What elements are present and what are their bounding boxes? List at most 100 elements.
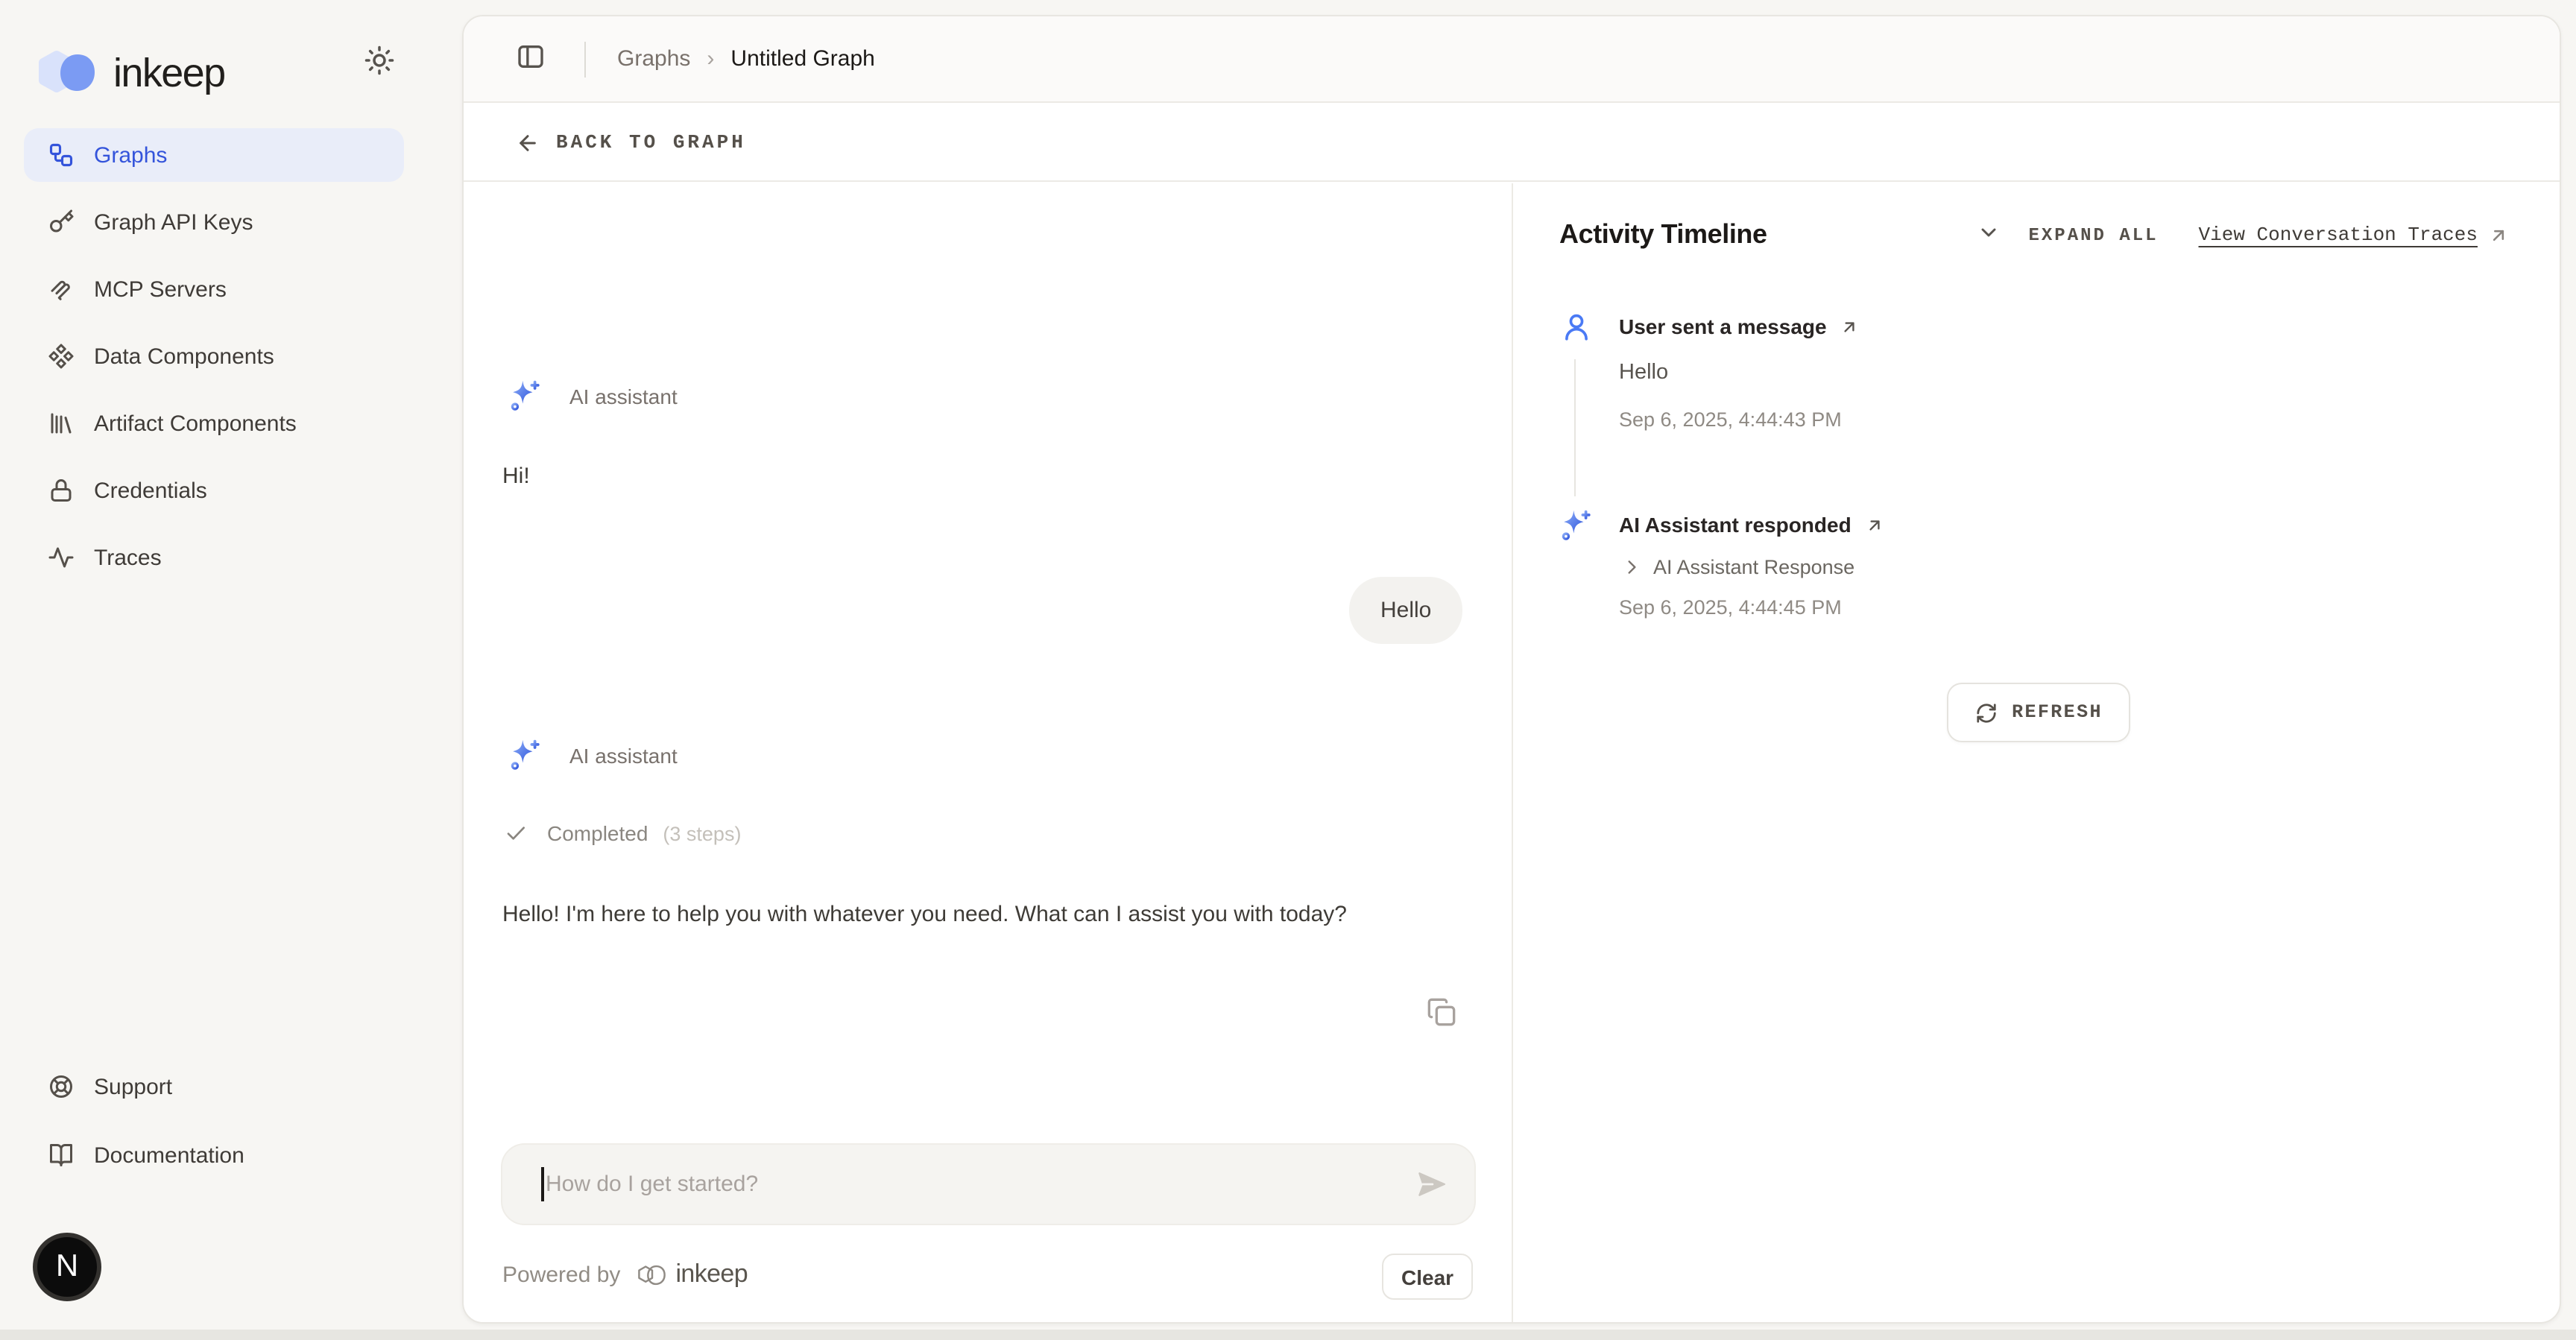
breadcrumb-current: Untitled Graph — [730, 46, 874, 72]
collapse-toggle-button[interactable] — [1977, 221, 2001, 249]
chat-input-container — [501, 1143, 1476, 1225]
key-icon — [48, 209, 75, 236]
assistant-message: Hi! — [502, 456, 530, 496]
chat-preview: AI assistant Hi! Hello AI assistant — [464, 183, 1512, 1322]
user-message-bubble: Hello — [1349, 577, 1462, 644]
event-timestamp: Sep 6, 2025, 4:44:43 PM — [1619, 408, 1842, 431]
arrow-left-icon — [516, 130, 540, 154]
assistant-response-toggle[interactable]: AI Assistant Response — [1622, 556, 1854, 578]
arrow-up-right-icon — [1865, 515, 1884, 534]
powered-by-brand: inkeep — [675, 1260, 748, 1289]
back-to-graph-label: BACK TO GRAPH — [556, 131, 746, 154]
main-panel: Graphs › Untitled Graph BACK TO GRAPH — [462, 15, 2561, 1324]
sidebar-item-label: Data Components — [94, 344, 274, 369]
breadcrumb-separator: › — [707, 46, 714, 72]
sidebar-item-label: Documentation — [94, 1143, 244, 1168]
user-icon — [1561, 312, 1592, 343]
inkeep-outline-icon — [635, 1262, 669, 1287]
sidebar-item-mcp-servers[interactable]: MCP Servers — [24, 262, 404, 316]
nextjs-dev-button[interactable]: N — [33, 1233, 101, 1301]
event-body: Hello — [1619, 361, 1668, 385]
content-area: AI assistant Hi! Hello AI assistant — [464, 183, 2560, 1322]
sidebar-item-data-components[interactable]: Data Components — [24, 329, 404, 383]
chat-input[interactable] — [501, 1143, 1476, 1225]
sun-icon — [363, 45, 394, 76]
lock-icon — [48, 477, 75, 504]
powered-by-label: Powered by — [502, 1262, 620, 1287]
chevron-down-icon — [1977, 221, 2001, 244]
life-buoy-icon — [48, 1073, 75, 1100]
sidebar-item-label: MCP Servers — [94, 276, 227, 302]
sidebar-item-credentials[interactable]: Credentials — [24, 464, 404, 517]
assistant-header: AI assistant — [505, 377, 678, 414]
copy-button[interactable] — [1427, 997, 1456, 1031]
timeline-event-link[interactable]: AI Assistant responded — [1619, 513, 1884, 537]
sparkles-icon — [505, 736, 543, 774]
clear-button[interactable]: Clear — [1382, 1254, 1473, 1300]
breadcrumb-graphs[interactable]: Graphs — [617, 46, 690, 72]
book-open-icon — [48, 1142, 75, 1169]
sidebar-item-label: Graph API Keys — [94, 209, 253, 235]
arrow-up-right-icon — [2488, 224, 2509, 245]
back-to-graph-button[interactable]: BACK TO GRAPH — [516, 130, 746, 154]
sidebar-item-artifact-components[interactable]: Artifact Components — [24, 396, 404, 450]
assistant-label: AI assistant — [569, 384, 678, 408]
sidebar-item-graphs[interactable]: Graphs — [24, 128, 404, 182]
library-icon — [48, 410, 75, 437]
workflow-icon — [48, 142, 75, 168]
assistant-header: AI assistant — [505, 736, 678, 774]
sidebar-item-documentation[interactable]: Documentation — [24, 1128, 404, 1182]
timeline-header: Activity Timeline EXPAND ALL View Conver… — [1559, 219, 2509, 250]
sidebar-item-label: Graphs — [94, 142, 167, 168]
sidebar-item-label: Credentials — [94, 478, 207, 503]
inkeep-wordmark: inkeep — [113, 50, 225, 96]
chevron-right-icon — [1622, 557, 1641, 577]
send-icon — [1415, 1167, 1449, 1201]
timeline-connector — [1574, 359, 1576, 496]
activity-icon — [48, 544, 75, 571]
copy-icon — [1427, 997, 1456, 1027]
sidebar-item-traces[interactable]: Traces — [24, 531, 404, 584]
view-conversation-traces-link[interactable]: View Conversation Traces — [2199, 224, 2509, 246]
sidebar-item-label: Artifact Components — [94, 411, 297, 436]
sidebar-toggle-button[interactable] — [516, 42, 546, 76]
app-window: inkeep Graphs — [0, 0, 2576, 1340]
bottom-edge — [0, 1330, 2576, 1340]
refresh-label: REFRESH — [2012, 702, 2103, 723]
timeline-event-link[interactable]: User sent a message — [1619, 315, 1860, 338]
breadcrumb: Graphs › Untitled Graph — [617, 46, 875, 72]
event-title: User sent a message — [1619, 315, 1827, 338]
header-divider — [584, 41, 586, 77]
event-detail-label: AI Assistant Response — [1653, 556, 1854, 578]
activity-timeline-panel: Activity Timeline EXPAND ALL View Conver… — [1513, 183, 2560, 1322]
refresh-button[interactable]: REFRESH — [1947, 683, 2130, 742]
completion-status[interactable]: Completed (3 steps) — [504, 821, 741, 845]
component-icon — [48, 343, 75, 370]
avatar-letter: N — [56, 1249, 78, 1285]
status-steps: (3 steps) — [663, 822, 741, 844]
sparkles-icon — [505, 377, 543, 414]
inkeep-logo-icon — [36, 49, 103, 97]
sidebar-nav: Graphs Graph API Keys MC — [24, 128, 404, 598]
sidebar-item-support[interactable]: Support — [24, 1060, 404, 1113]
screen: inkeep Graphs — [0, 0, 2576, 1340]
refresh-icon — [1974, 701, 1997, 724]
theme-toggle-button[interactable] — [361, 45, 397, 80]
arrow-up-right-icon — [1840, 317, 1860, 336]
card-header: Graphs › Untitled Graph — [464, 16, 2560, 103]
status-label: Completed — [547, 821, 648, 845]
sidebar-item-label: Traces — [94, 545, 162, 570]
timeline-title: Activity Timeline — [1559, 219, 1767, 250]
event-title: AI Assistant responded — [1619, 513, 1852, 537]
mcp-icon — [48, 276, 75, 303]
view-traces-label: View Conversation Traces — [2199, 224, 2478, 246]
powered-by[interactable]: Powered by inkeep — [502, 1260, 748, 1289]
graph-toolbar: BACK TO GRAPH — [464, 104, 2560, 182]
inkeep-logo: inkeep — [36, 49, 225, 97]
sidebar-item-graph-api-keys[interactable]: Graph API Keys — [24, 195, 404, 249]
send-button[interactable] — [1415, 1167, 1449, 1206]
expand-all-button[interactable]: EXPAND ALL — [2029, 224, 2159, 245]
sparkles-icon — [1556, 507, 1594, 544]
text-caret — [541, 1167, 543, 1201]
sidebar: inkeep Graphs — [0, 0, 462, 1340]
